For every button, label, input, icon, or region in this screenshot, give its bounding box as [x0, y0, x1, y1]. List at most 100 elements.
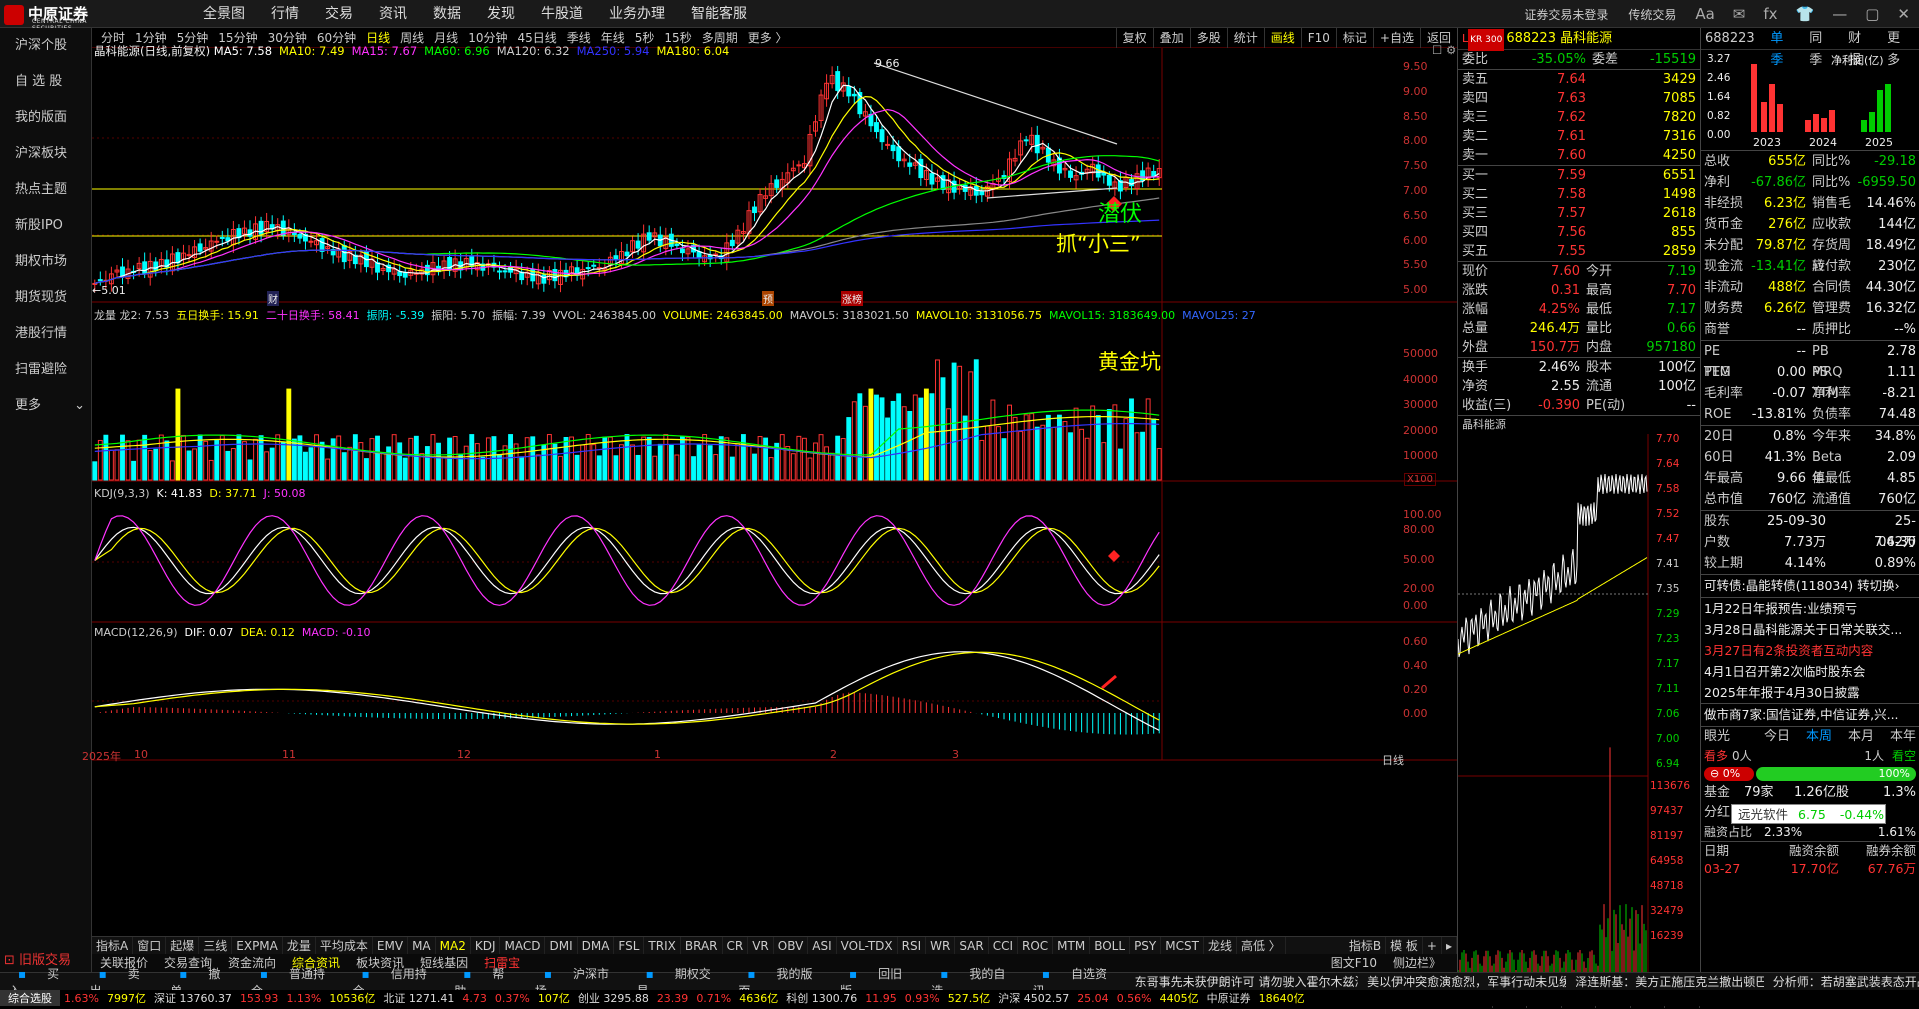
indicator-tab-20[interactable]: ASI — [808, 937, 837, 954]
news-item-0[interactable]: 1月22日年报预告:业绩预亏 — [1701, 598, 1919, 619]
indicator-tab-4[interactable]: EXPMA — [232, 937, 283, 954]
sidebar-item-1[interactable]: 自 选 股 — [0, 64, 91, 100]
indicator-tab-24[interactable]: SAR — [955, 937, 989, 954]
indicator-tab-right-1[interactable]: 模 板 — [1386, 937, 1423, 954]
indicator-tab-9[interactable]: MA2 — [436, 937, 471, 954]
sidebar-item-10[interactable]: 更多 ⌄ — [0, 388, 91, 424]
ticker-news-0[interactable]: 东哥事先未获伊朗许可 请勿驶入霍尔木兹海峡 — [1126, 973, 1359, 990]
top-right-link-1[interactable]: 传统交易 — [1618, 6, 1686, 23]
marker-yu[interactable]: 预 — [762, 291, 774, 306]
indicator-tab-23[interactable]: WR — [926, 937, 956, 954]
sidebar-item-8[interactable]: 港股行情 — [0, 316, 91, 352]
chart-tool-2[interactable]: 多股 — [1189, 28, 1227, 48]
chart-tool-1[interactable]: 叠加 — [1152, 28, 1190, 48]
top-menu-item-1[interactable]: 行情 — [258, 0, 312, 28]
top-menu-item-0[interactable]: 全景图 — [190, 0, 258, 28]
eye-tab-2[interactable]: 本月 — [1848, 727, 1874, 747]
top-menu-item-4[interactable]: 数据 — [420, 0, 474, 28]
indicator-tab-5[interactable]: 龙量 — [283, 937, 316, 954]
indicator-tab-25[interactable]: CCI — [989, 937, 1018, 954]
indicator-tab-16[interactable]: BRAR — [681, 937, 723, 954]
chart-area[interactable]: 晶科能源(日线,前复权) MA5: 7.58 MA10: 7.49 MA15: 7.… — [82, 43, 1457, 936]
chart-tool-5[interactable]: F10 — [1300, 28, 1336, 48]
top-menu-item-2[interactable]: 交易 — [312, 0, 366, 28]
top-menu-item-3[interactable]: 资讯 — [366, 0, 420, 28]
indicator-tab-right-3[interactable]: ▸ — [1442, 937, 1457, 954]
news-item-4[interactable]: 2025年年报于4月30日披露 — [1701, 682, 1919, 703]
indicator-tab-31[interactable]: 龙线 — [1204, 937, 1237, 954]
top-menu-item-5[interactable]: 发现 — [474, 0, 528, 28]
top-menu-item-7[interactable]: 业务办理 — [596, 0, 678, 28]
minimize-icon[interactable]: — — [1823, 5, 1856, 23]
indicator-tab-19[interactable]: OBV — [774, 937, 809, 954]
indicator-tab-6[interactable]: 平均成本 — [316, 937, 373, 954]
indicator-tab-27[interactable]: MTM — [1053, 937, 1091, 954]
formula-icon[interactable]: fx — [1754, 5, 1786, 23]
fin-tab-0[interactable]: 单季 — [1763, 28, 1802, 68]
eye-tab-3[interactable]: 本年 — [1890, 727, 1916, 747]
indicator-tab-29[interactable]: PSY — [1130, 937, 1162, 954]
indicator-tab-3[interactable]: 三线 — [199, 937, 233, 954]
sidebar-item-2[interactable]: 我的版面 — [0, 100, 91, 136]
font-size-icon[interactable]: Aa — [1686, 5, 1723, 23]
chart-tool-7[interactable]: +自选 — [1372, 28, 1420, 48]
indicator-tab-15[interactable]: TRIX — [644, 937, 681, 954]
top-menu-item-6[interactable]: 牛股道 — [528, 0, 596, 28]
fin-tab-3[interactable]: 更多 — [1880, 28, 1919, 68]
ticker-news-1[interactable]: 美以伊冲突愈演愈烈，军事行动未见缓和 — [1358, 973, 1566, 990]
chart-tool-3[interactable]: 统计 — [1226, 28, 1264, 48]
indicator-tab-28[interactable]: BOLL — [1090, 937, 1131, 954]
sidebar-item-4[interactable]: 热点主题 — [0, 172, 91, 208]
indicator-tab-7[interactable]: EMV — [373, 937, 409, 954]
indicator-tab-18[interactable]: VR — [748, 937, 774, 954]
indicator-tab-10[interactable]: KDJ — [471, 937, 501, 954]
sidebar-item-5[interactable]: 新股IPO — [0, 208, 91, 244]
convertible-bond-link[interactable]: 可转债:晶能转债(118034) 转切换› — [1701, 575, 1919, 597]
intraday-chart[interactable]: 7.70 7.64 7.58 7.52 7.47 7.41 7.35 7.29 7.23 7.17… — [1457, 433, 1700, 990]
indicator-tab-11[interactable]: MACD — [500, 937, 546, 954]
info-tab-right-0[interactable]: 图文F10 — [1323, 954, 1385, 972]
eye-tab-0[interactable]: 今日 — [1764, 727, 1790, 747]
ticker-news-3[interactable]: 分析师：若胡塞武装表态开战 — [1764, 973, 1919, 990]
sidebar-item-7[interactable]: 期货现货 — [0, 280, 91, 316]
chart-tool-0[interactable]: 复权 — [1115, 28, 1153, 48]
sidebar-item-9[interactable]: 扫雷避险 — [0, 352, 91, 388]
mail-icon[interactable]: ✉ — [1724, 5, 1755, 23]
stock-tooltip[interactable]: 远光软件 6.75 -0.44% — [1731, 804, 1886, 824]
indicator-tab-1[interactable]: 窗口 — [133, 937, 167, 954]
news-item-2[interactable]: 3月27日有2条投资者互动内容 — [1701, 640, 1919, 661]
chart-tool-4[interactable]: 画线 — [1263, 28, 1301, 48]
kline-settings-icon[interactable]: ☐ ⚙ — [1432, 43, 1456, 57]
indicator-tab-13[interactable]: DMA — [578, 937, 615, 954]
marker-zhangbang[interactable]: 涨榜 — [841, 291, 863, 306]
fin-tab-2[interactable]: 财报 — [1841, 28, 1880, 68]
indicator-tab-2[interactable]: 起爆 — [166, 937, 200, 954]
maximize-icon[interactable]: ▢ — [1856, 5, 1888, 23]
indicator-tab-14[interactable]: FSL — [614, 937, 645, 954]
market-maker-line[interactable]: 做市商7家:国信证券,中信证券,兴... — [1701, 704, 1919, 726]
eye-tab-1[interactable]: 本周 — [1806, 727, 1832, 747]
news-item-3[interactable]: 4月1日召开第2次临时股东会 — [1701, 661, 1919, 682]
indicator-tab-26[interactable]: ROC — [1018, 937, 1054, 954]
ticker-news-2[interactable]: 泽连斯基：美方正施压克兰撤出顿巴斯 — [1566, 973, 1764, 990]
fin-tab-1[interactable]: 同季 — [1802, 28, 1841, 68]
sidebar-item-0[interactable]: 沪深个股 — [0, 28, 91, 64]
indicator-tab-right-0[interactable]: 指标B — [1345, 937, 1387, 954]
indicator-tab-17[interactable]: CR — [723, 937, 749, 954]
indicator-tab-0[interactable]: 指标A — [92, 937, 134, 954]
info-tab-right-1[interactable]: 侧边栏》 — [1385, 954, 1449, 972]
sidebar-item-6[interactable]: 期权市场 — [0, 244, 91, 280]
news-item-1[interactable]: 3月28日晶科能源关于日常关联交... — [1701, 619, 1919, 640]
chart-tool-6[interactable]: 标记 — [1335, 28, 1373, 48]
indicator-tab-30[interactable]: MCST — [1161, 937, 1204, 954]
indicator-tab-right-2[interactable]: + — [1423, 937, 1442, 954]
close-icon[interactable]: ✕ — [1888, 5, 1919, 23]
indicator-tab-8[interactable]: MA — [408, 937, 436, 954]
indicator-tab-21[interactable]: VOL-TDX — [837, 937, 898, 954]
indicator-tab-12[interactable]: DMI — [545, 937, 578, 954]
period-tab-16[interactable]: 更多 〉 — [743, 28, 793, 48]
status-tab[interactable]: 综合选股 — [0, 990, 60, 1006]
indicator-tab-32[interactable]: 高低 〉 — [1237, 937, 1286, 954]
sidebar-item-3[interactable]: 沪深板块 — [0, 136, 91, 172]
marker-cai[interactable]: 财 — [267, 291, 279, 306]
